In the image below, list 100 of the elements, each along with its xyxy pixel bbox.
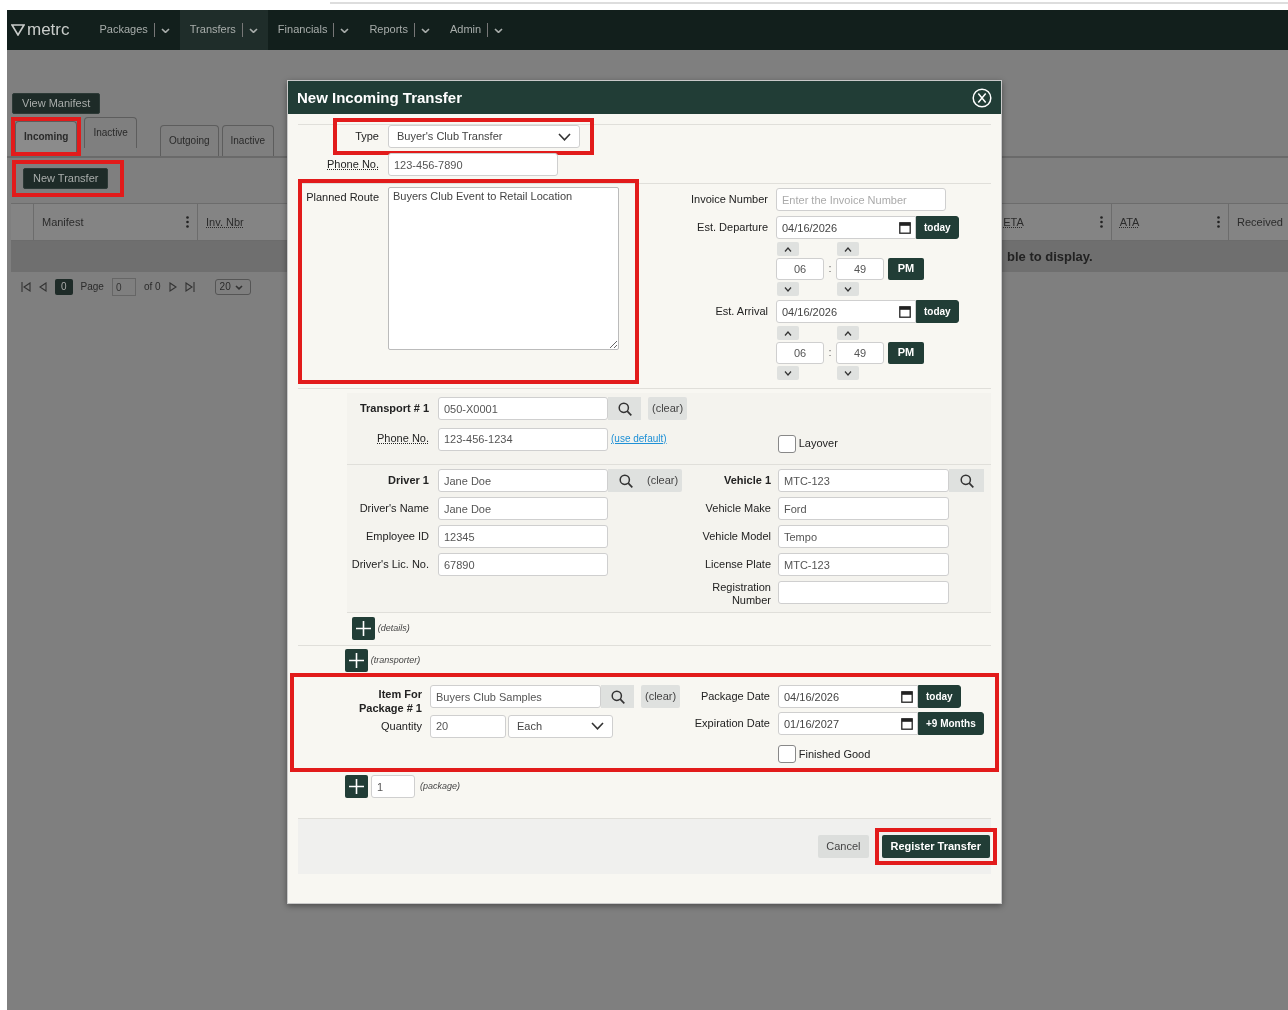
clear-button[interactable]: (clear) — [643, 469, 683, 492]
field-label: Registration Number — [711, 581, 771, 608]
plus-icon — [349, 653, 364, 669]
today-button[interactable]: today — [916, 216, 959, 239]
column-header[interactable]: Manifest — [32, 204, 198, 241]
search-button[interactable] — [949, 469, 984, 492]
next-page-icon[interactable] — [168, 282, 177, 293]
decrement-button[interactable] — [837, 282, 859, 296]
date-field[interactable]: 04/16/2026 — [776, 216, 916, 239]
search-button[interactable] — [608, 397, 641, 420]
column-header[interactable]: Received — [1228, 204, 1288, 241]
chevron-down-icon — [844, 286, 852, 292]
input-field[interactable]: 123-456-7890 — [388, 153, 558, 176]
am-pm-toggle[interactable]: PM — [888, 258, 924, 280]
input-field[interactable]: Ford — [778, 497, 949, 520]
chevron-down-icon — [844, 370, 852, 376]
input-field[interactable] — [778, 581, 949, 604]
field-label: Est. Departure — [696, 220, 768, 235]
column-header[interactable]: ATA — [1110, 204, 1228, 241]
chevron-down-icon — [558, 132, 571, 141]
input-field[interactable]: 67890 — [438, 553, 608, 576]
type-select[interactable]: Buyer's Club Transfer — [388, 125, 580, 148]
calendar-icon — [901, 717, 913, 731]
new-transfer-button[interactable]: New Transfer — [23, 168, 109, 190]
tab[interactable]: Inactive — [84, 117, 137, 149]
field-label: Vehicle Model — [701, 529, 771, 544]
add-hint: (transporter) — [370, 655, 421, 667]
current-page: 0 — [55, 279, 73, 296]
field-label: Phone No. — [326, 157, 379, 172]
add-months-button[interactable]: +9 Months — [918, 712, 984, 736]
chevron-down-icon — [784, 286, 792, 292]
minute-field[interactable]: 49 — [836, 258, 884, 280]
cancel-button[interactable]: Cancel — [818, 835, 869, 859]
input-field[interactable]: MTC-123 — [778, 553, 949, 576]
input-field[interactable]: 1 — [371, 775, 415, 799]
close-icon[interactable] — [972, 87, 992, 108]
search-button[interactable] — [608, 469, 643, 492]
input-field[interactable]: 050-X0001 — [438, 397, 608, 420]
date-field[interactable]: 04/16/2026 — [776, 300, 916, 323]
page-size-select[interactable]: 20 — [214, 279, 251, 296]
menu-item[interactable]: Admin — [439, 10, 514, 50]
add-hint: (package) — [420, 781, 461, 793]
first-page-icon[interactable] — [21, 282, 31, 293]
minute-field[interactable]: 49 — [836, 342, 884, 364]
input-field[interactable]: Buyers Club Samples — [430, 685, 601, 709]
last-page-icon[interactable] — [184, 282, 195, 293]
decrement-button[interactable] — [777, 282, 799, 296]
input-field[interactable]: 12345 — [438, 525, 608, 548]
chevron-down-icon — [248, 27, 258, 33]
input-field[interactable]: Tempo — [778, 525, 949, 548]
decrement-button[interactable] — [837, 366, 859, 380]
add-button[interactable] — [345, 649, 368, 673]
input-field[interactable]: Jane Doe — [438, 497, 608, 520]
date-field[interactable]: 01/16/2027 — [778, 712, 918, 736]
previous-page-icon[interactable] — [39, 282, 47, 293]
clear-button[interactable]: (clear) — [641, 685, 681, 709]
field-label: Phone No. — [376, 432, 429, 446]
today-button[interactable]: today — [916, 300, 959, 323]
search-button[interactable] — [601, 685, 634, 709]
menu-item[interactable]: Packages — [89, 10, 180, 50]
date-field[interactable]: 04/16/2026 — [778, 685, 918, 709]
add-button[interactable] — [352, 617, 375, 641]
menu-item[interactable]: Financials — [267, 10, 360, 50]
input-field[interactable]: 123-456-1234 — [438, 427, 608, 451]
checkbox[interactable] — [778, 745, 796, 764]
menu-item[interactable]: Reports — [359, 10, 440, 50]
input-field[interactable]: Jane Doe — [438, 469, 608, 492]
kebab-icon — [1099, 216, 1103, 229]
hour-field[interactable]: 06 — [776, 258, 824, 280]
checkbox-label: Finished Good — [798, 747, 871, 761]
chevron-down-icon — [340, 27, 350, 33]
chevron-down-icon — [784, 370, 792, 376]
dialog-title: New Incoming Transfer — [297, 88, 463, 107]
increment-button[interactable] — [837, 326, 859, 340]
field-label: Est. Arrival — [714, 304, 768, 319]
tab[interactable]: Outgoing — [159, 125, 219, 157]
decrement-button[interactable] — [777, 366, 799, 380]
input-field[interactable]: MTC-123 — [778, 469, 949, 492]
hour-field[interactable]: 06 — [776, 342, 824, 364]
increment-button[interactable] — [777, 326, 799, 340]
unit-select[interactable]: Each — [508, 714, 613, 738]
tab[interactable]: Inactive — [221, 125, 274, 157]
today-button[interactable]: today — [918, 685, 961, 709]
am-pm-toggle[interactable]: PM — [888, 342, 924, 364]
increment-button[interactable] — [777, 242, 799, 256]
input-field[interactable]: Enter the Invoice Number — [776, 188, 946, 211]
clear-button[interactable]: (clear) — [648, 397, 688, 420]
menu-item[interactable]: Transfers — [179, 10, 268, 50]
add-hint: (details) — [377, 623, 410, 635]
text-area[interactable]: Buyers Club Event to Retail Location — [388, 187, 619, 350]
plus-icon — [356, 621, 371, 637]
calendar-icon — [899, 221, 911, 234]
chevron-up-icon — [784, 330, 792, 336]
add-button[interactable] — [345, 775, 368, 799]
input-field[interactable]: 20 — [430, 714, 506, 738]
tab[interactable]: Incoming — [15, 121, 78, 153]
increment-button[interactable] — [837, 242, 859, 256]
register-transfer-button[interactable]: Register Transfer — [881, 835, 990, 859]
view-manifest-button[interactable]: View Manifest — [12, 93, 101, 115]
checkbox[interactable] — [778, 435, 796, 453]
